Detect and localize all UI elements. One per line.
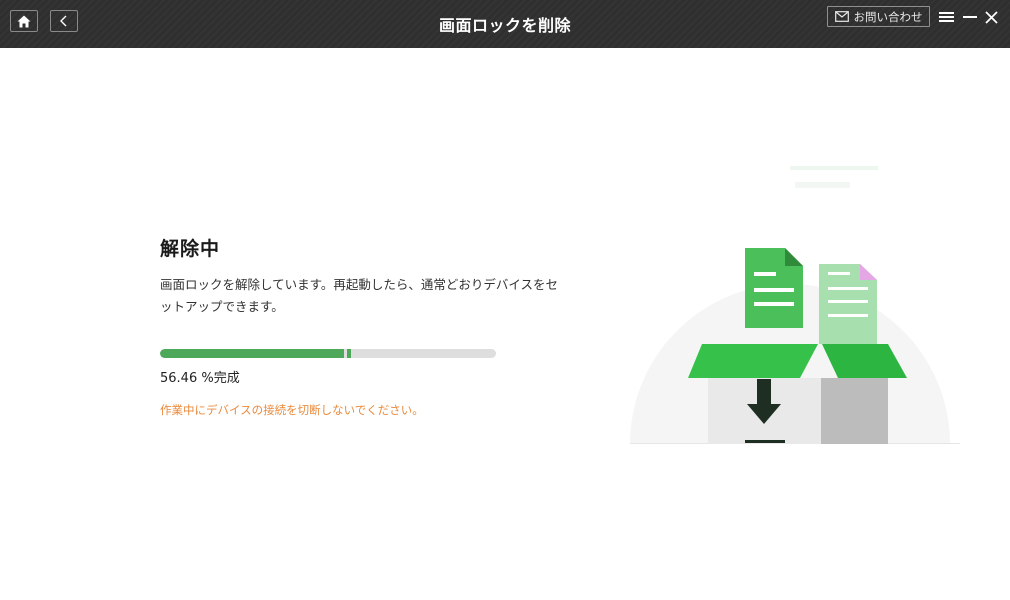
menu-button[interactable] bbox=[937, 8, 955, 26]
contact-label: お問い合わせ bbox=[853, 9, 923, 24]
minimize-icon bbox=[963, 16, 977, 18]
status-description: 画面ロックを解除しています。再起動したら、通常どおりデバイスをセットアップできま… bbox=[160, 277, 559, 314]
minimize-button[interactable] bbox=[961, 8, 979, 26]
document-icon-secondary bbox=[819, 264, 877, 344]
status-title: 解除中 bbox=[160, 238, 221, 260]
progress-text: 56.46 %完成 bbox=[160, 371, 240, 386]
progress-fill bbox=[160, 349, 344, 358]
title-bar: 画面ロックを削除 お問い合わせ bbox=[0, 0, 1010, 48]
close-button[interactable] bbox=[982, 8, 1000, 26]
menu-icon bbox=[938, 12, 954, 22]
warning-text: 作業中にデバイスの接続を切断しないでください。 bbox=[160, 403, 424, 417]
contact-button[interactable]: お問い合わせ bbox=[827, 6, 930, 27]
unlock-illustration bbox=[630, 166, 960, 444]
progress-bar bbox=[160, 349, 496, 358]
mail-icon bbox=[834, 11, 849, 22]
progress-marker bbox=[347, 349, 351, 358]
document-icon bbox=[745, 248, 803, 328]
close-icon bbox=[984, 10, 998, 24]
